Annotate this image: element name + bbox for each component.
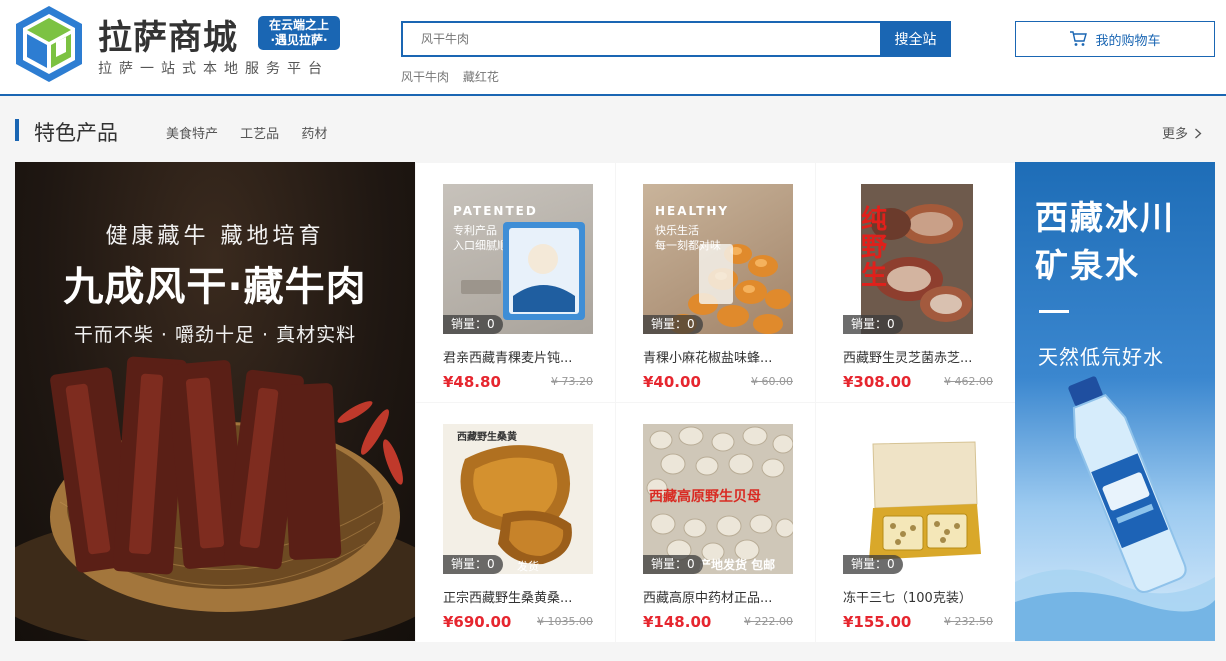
sanghuang-mushroom-image [460, 445, 572, 565]
brand-slogan-badge: 在云端之上 ·遇见拉萨· [258, 16, 340, 50]
tab-herbs[interactable]: 药材 [301, 127, 327, 142]
section-title: 特色产品 [34, 121, 118, 145]
product-card[interactable]: 纯野生 销量：0 西藏野生灵芝菌赤芝... ¥308.00 ¥ 462.00 [816, 163, 1015, 402]
sales-count-badge: 销量：0 [643, 315, 703, 334]
original-price: ¥ 73.20 [551, 375, 593, 388]
cart-button[interactable]: 我的购物车 [1015, 21, 1215, 57]
product-name[interactable]: 冻干三七（100克装） [843, 587, 993, 606]
more-link[interactable]: 更多 [1162, 123, 1202, 142]
product-image[interactable] [843, 424, 993, 574]
product-card[interactable]: 西藏野生桑黄 发货 销量：0 正宗西藏野生桑黄桑... ¥690.00 ¥ 10… [416, 403, 615, 642]
sales-count-badge: 销量：0 [443, 555, 503, 574]
banner-headline: 九成风干·藏牛肉 [63, 264, 367, 310]
hot-word-link[interactable]: 风干牛肉 [401, 70, 449, 84]
section-title-bar [15, 119, 19, 141]
banner-line-1: 健康藏牛 藏地培育 [105, 224, 325, 249]
original-price: ¥ 462.00 [944, 375, 993, 388]
product-image[interactable]: PATENTED 专利产品 入口细腻顺滑 [443, 184, 593, 334]
product-card[interactable]: PATENTED 专利产品 入口细腻顺滑 销量：0 君亲西藏青稞麦片钝... ¥… [416, 163, 615, 402]
brand-subtitle: 拉萨一站式本地服务平台 [98, 61, 329, 77]
image-caption: HEALTHY [655, 204, 730, 218]
product-image[interactable]: 西藏野生桑黄 发货 [443, 424, 593, 574]
product-name[interactable]: 正宗西藏野生桑黄桑... [443, 587, 593, 606]
image-caption: 发货 [517, 560, 539, 573]
hot-word-link[interactable]: 藏红花 [463, 70, 499, 84]
brand-title[interactable]: 拉萨商城 [98, 10, 238, 59]
cart-icon [1070, 31, 1088, 46]
slogan-line-2: ·遇见拉萨· [270, 33, 328, 47]
more-label: 更多 [1162, 127, 1189, 142]
product-price: ¥155.00 [843, 613, 912, 631]
sales-count-badge: 销量：0 [843, 555, 903, 574]
sales-count-badge: 销量：0 [843, 315, 903, 334]
image-caption: 产地发货 包邮 [699, 558, 776, 572]
cart-label: 我的购物车 [1095, 33, 1161, 49]
product-price: ¥48.80 [443, 373, 501, 391]
banner-line-3: 干而不柴 · 嚼劲十足 · 真材实料 [73, 324, 357, 346]
product-card[interactable]: 销量：0 冻干三七（100克装） ¥155.00 ¥ 232.50 [816, 403, 1015, 642]
section-tabs: 美食特产 工艺品 药材 [166, 123, 345, 142]
site-header: 拉萨商城 在云端之上 ·遇见拉萨· 拉萨一站式本地服务平台 搜全站 风干牛肉 藏… [0, 0, 1226, 96]
tab-crafts[interactable]: 工艺品 [240, 127, 279, 142]
original-price: ¥ 60.00 [751, 375, 793, 388]
search-button[interactable]: 搜全站 [880, 21, 951, 57]
sanqi-gift-box-image [869, 441, 981, 560]
product-image[interactable]: 纯野生 [861, 184, 973, 334]
mall-logo-icon[interactable] [14, 4, 84, 84]
image-caption: 每一刻都对味 [655, 239, 721, 252]
product-name[interactable]: 西藏高原中药材正品... [643, 587, 793, 606]
product-name[interactable]: 青稞小麻花椒盐味蜂... [643, 347, 793, 366]
image-caption: 快乐生活 [655, 224, 699, 237]
search-input[interactable] [401, 21, 880, 57]
image-caption: 西藏高原野生贝母 [649, 489, 761, 505]
product-name[interactable]: 君亲西藏青稞麦片钝... [443, 347, 593, 366]
original-price: ¥ 1035.00 [537, 615, 593, 628]
image-caption: 纯野生 [861, 205, 888, 291]
banner-glacier-water[interactable]: 西藏冰川 矿泉水 天然低氘好水 [1015, 162, 1215, 641]
chevron-right-icon [1195, 128, 1202, 139]
sales-count-badge: 销量：0 [643, 555, 703, 574]
sales-count-badge: 销量：0 [443, 315, 503, 334]
image-caption: 西藏野生桑黄 [457, 432, 517, 443]
product-price: ¥308.00 [843, 373, 912, 391]
product-card[interactable]: HEALTHY 快乐生活 每一刻都对味 销量：0 青稞小麻花椒盐味蜂... ¥4… [616, 163, 815, 402]
product-image[interactable]: 西藏高原野生贝母 产地发货 包邮 [643, 424, 793, 574]
product-name[interactable]: 西藏野生灵芝菌赤芝... [843, 347, 993, 366]
hot-search-words: 风干牛肉 藏红花 [401, 68, 509, 85]
water-bottle-image [1015, 376, 1215, 641]
product-price: ¥148.00 [643, 613, 712, 631]
original-price: ¥ 232.50 [944, 615, 993, 628]
product-price: ¥40.00 [643, 373, 701, 391]
banner-yak-jerky[interactable]: 健康藏牛 藏地培育 九成风干·藏牛肉 干而不柴 · 嚼劲十足 · 真材实料 [15, 162, 415, 641]
slogan-line-1: 在云端之上 [268, 18, 329, 32]
search-bar: 搜全站 [401, 21, 951, 57]
tab-food-specialty[interactable]: 美食特产 [166, 127, 218, 142]
product-price: ¥690.00 [443, 613, 512, 631]
product-card[interactable]: 西藏高原野生贝母 产地发货 包邮 销量：0 西藏高原中药材正品... ¥148.… [616, 403, 815, 642]
product-image[interactable]: HEALTHY 快乐生活 每一刻都对味 [643, 184, 793, 334]
oat-package-image [461, 222, 585, 320]
original-price: ¥ 222.00 [744, 615, 793, 628]
